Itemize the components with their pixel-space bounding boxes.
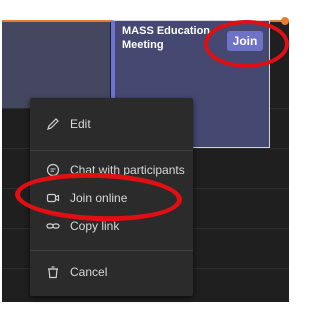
link-icon [44,217,62,235]
menu-label-edit: Edit [70,117,91,131]
event-title: MASS Education Meeting [122,25,211,51]
menu-label-cancel: Cancel [70,265,108,279]
cropped-heading [0,0,289,8]
menu-divider [30,250,193,251]
menu-item-cancel[interactable]: Cancel [30,258,193,286]
screenshot-frame: MASS Education Meeting Join Edit Chat wi… [0,0,289,309]
current-time-dot [281,17,289,25]
highlight-circle-join [204,20,289,68]
trash-icon [44,263,62,281]
pencil-icon [44,115,62,133]
top-strip [0,0,289,20]
calendar-column-shade [2,20,110,108]
menu-item-edit[interactable]: Edit [30,110,193,138]
menu-divider [30,150,193,151]
